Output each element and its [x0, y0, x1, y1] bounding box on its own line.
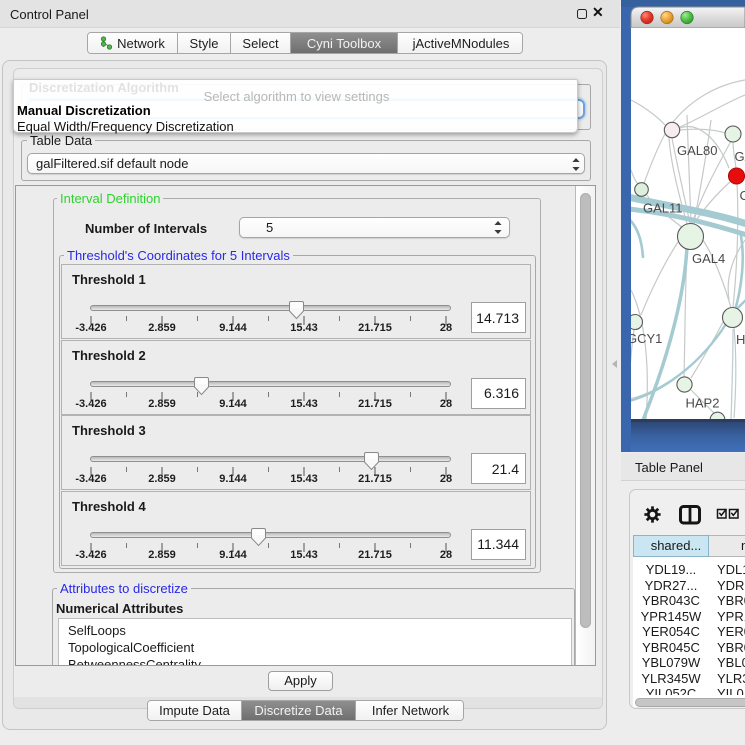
svg-text:GAL4: GAL4: [692, 251, 725, 266]
svg-text:C: C: [740, 188, 745, 203]
svg-text:GCY1: GCY1: [627, 331, 662, 346]
svg-text:HAP2: HAP2: [686, 396, 720, 411]
svg-text:GAL80: GAL80: [677, 143, 717, 158]
svg-text:GAL11: GAL11: [643, 201, 683, 216]
svg-text:H: H: [736, 332, 745, 347]
svg-text:GA: GA: [735, 149, 745, 164]
